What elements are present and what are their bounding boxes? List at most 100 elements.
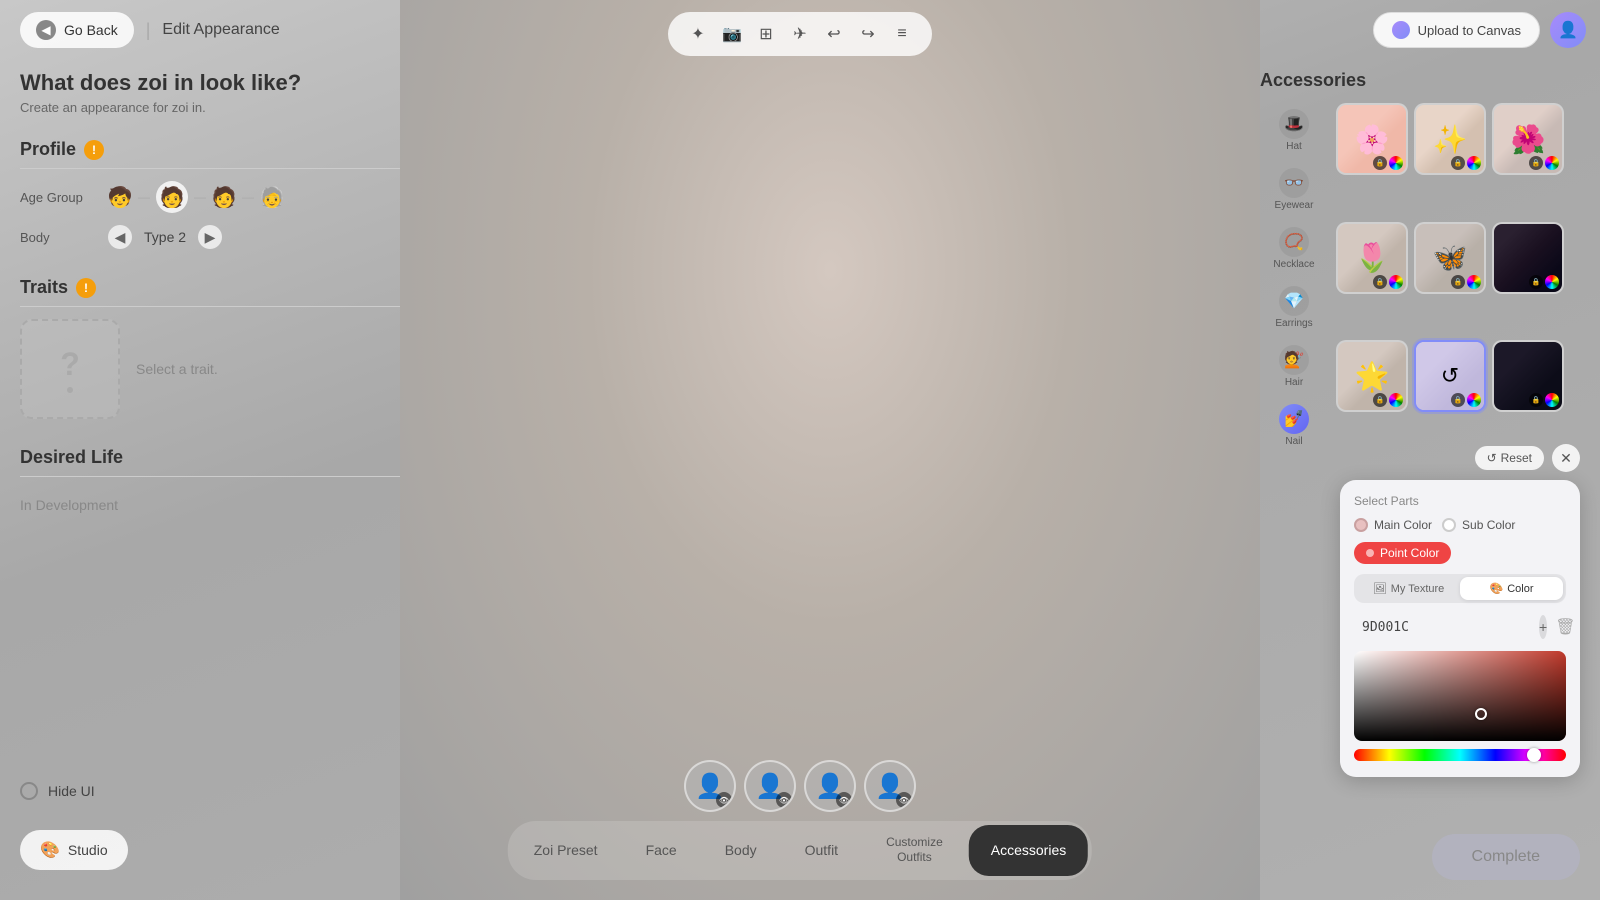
lock-badge-6: 🔒: [1529, 275, 1543, 289]
age-child-icon: 🧒: [108, 181, 132, 213]
hide-ui-label: Hide UI: [48, 783, 95, 799]
toolbar-grid-icon[interactable]: ⊞: [752, 20, 780, 48]
avatar-thumb-1[interactable]: 👤 👁: [684, 760, 736, 812]
point-color-button[interactable]: Point Color: [1354, 542, 1451, 564]
avatar-thumb-2[interactable]: 👤 👁: [744, 760, 796, 812]
necklace-label: Necklace: [1273, 259, 1314, 270]
accessories-list: 🎩 Hat 👓 Eyewear 📿 Necklace 💎 Earrings 💇: [1260, 103, 1328, 453]
tab-zoi-preset[interactable]: Zoi Preset: [512, 825, 620, 876]
hat-label: Hat: [1286, 141, 1302, 152]
tab-face[interactable]: Face: [624, 825, 699, 876]
hair-icon: 💇: [1279, 345, 1309, 375]
avatar-thumb-3[interactable]: 👤 👁: [804, 760, 856, 812]
toolbar-menu-icon[interactable]: ≡: [888, 20, 916, 48]
main-color-label: Main Color: [1374, 518, 1432, 532]
upload-to-canvas-button[interactable]: Upload to Canvas: [1373, 12, 1540, 48]
accessory-nail[interactable]: 💅 Nail: [1260, 398, 1328, 453]
color-delete-button[interactable]: 🗑: [1555, 615, 1575, 639]
rainbow-badge-7: [1389, 393, 1403, 407]
accessory-earrings[interactable]: 💎 Earrings: [1260, 280, 1328, 335]
lock-badge-2: 🔒: [1451, 156, 1465, 170]
accessory-hat[interactable]: 🎩 Hat: [1260, 103, 1328, 158]
desired-life-section: Desired Life In Development: [20, 447, 400, 521]
body-next-arrow[interactable]: ▶: [198, 225, 222, 249]
trait-placeholder[interactable]: ?: [20, 319, 120, 419]
toolbar-redo-icon[interactable]: ↪: [854, 20, 882, 48]
color-input-row: + 🗑: [1354, 613, 1566, 641]
nail-thumb-1[interactable]: 🌸 🔒: [1336, 103, 1408, 175]
thumb-badge-1: 🔒: [1373, 156, 1403, 170]
accessory-hair[interactable]: 💇 Hair: [1260, 339, 1328, 394]
avatar-thumb-4[interactable]: 👤 👁: [864, 760, 916, 812]
sub-color-option[interactable]: Sub Color: [1442, 518, 1515, 532]
age-teen-icon[interactable]: 🧑: [156, 181, 188, 213]
reset-button[interactable]: ↺ Reset: [1475, 446, 1544, 470]
reset-icon: ↺: [1487, 451, 1497, 465]
select-trait-label: Select a trait.: [136, 361, 218, 377]
description-subtitle: Create an appearance for zoi in.: [20, 100, 400, 115]
point-color-label: Point Color: [1380, 546, 1439, 560]
toolbar-move-icon[interactable]: ✈: [786, 20, 814, 48]
age-adult-icon: 🧑: [212, 181, 236, 213]
nail-thumb-2[interactable]: ✨ 🔒: [1414, 103, 1486, 175]
nail-thumb-7[interactable]: 🌟 🔒: [1336, 340, 1408, 412]
character-description: What does zoi in look like? Create an ap…: [20, 70, 400, 115]
hue-cursor: [1527, 748, 1541, 762]
thumb-badge-8: 🔒: [1451, 393, 1481, 407]
color-panel: ↺ Reset ✕ Select Parts Main Color Sub Co…: [1340, 480, 1580, 777]
studio-button[interactable]: 🎨 Studio: [20, 830, 128, 870]
tab-body[interactable]: Body: [703, 825, 779, 876]
nail-thumb-5[interactable]: 🦋 🔒: [1414, 222, 1486, 294]
nail-thumb-4[interactable]: 🌷 🔒: [1336, 222, 1408, 294]
main-color-option[interactable]: Main Color: [1354, 518, 1432, 532]
nail-thumb-3[interactable]: 🌺 🔒: [1492, 103, 1564, 175]
tab-customize-outfits[interactable]: Customize Outfits: [864, 825, 965, 876]
desired-life-value: In Development: [20, 489, 400, 521]
thumb-badge-9: 🔒: [1529, 393, 1559, 407]
go-back-button[interactable]: ◀ Go Back: [20, 12, 134, 48]
body-label: Body: [20, 230, 100, 245]
nail-thumb-6[interactable]: 🔒: [1492, 222, 1564, 294]
rainbow-badge: [1389, 156, 1403, 170]
hue-bar[interactable]: [1354, 749, 1566, 761]
color-add-button[interactable]: +: [1539, 615, 1547, 639]
color-hex-input[interactable]: [1362, 620, 1531, 635]
left-panel: What does zoi in look like? Create an ap…: [20, 70, 400, 521]
rainbow-badge-4: [1389, 275, 1403, 289]
upload-label: Upload to Canvas: [1418, 23, 1521, 38]
body-prev-arrow[interactable]: ◀: [108, 225, 132, 249]
user-avatar-button[interactable]: 👤: [1550, 12, 1586, 48]
tab-accessories[interactable]: Accessories: [969, 825, 1088, 876]
rainbow-badge-9: [1545, 393, 1559, 407]
right-panel: Accessories 🎩 Hat 👓 Eyewear 📿 Necklace 💎: [1260, 70, 1580, 453]
hide-ui-radio[interactable]: [20, 782, 38, 800]
toolbar-camera-icon[interactable]: 📷: [718, 20, 746, 48]
close-panel-button[interactable]: ✕: [1552, 444, 1580, 472]
desired-life-title: Desired Life: [20, 447, 123, 468]
accessories-grid: 🎩 Hat 👓 Eyewear 📿 Necklace 💎 Earrings 💇: [1260, 103, 1580, 453]
toolbar-undo-icon[interactable]: ↩: [820, 20, 848, 48]
my-texture-tab[interactable]: 🖼 My Texture: [1357, 577, 1460, 600]
age-selector[interactable]: 🧒 — 🧑 — 🧑 — 🧓: [108, 181, 284, 213]
nail-thumb-8-selected[interactable]: ↺ 🔒: [1414, 340, 1486, 412]
traits-section: Traits ! ? Select a trait.: [20, 277, 400, 419]
complete-button[interactable]: Complete: [1432, 834, 1580, 880]
lock-badge-8: 🔒: [1451, 393, 1465, 407]
eye-badge-4: 👁: [896, 792, 912, 808]
rainbow-badge-5: [1467, 275, 1481, 289]
accessory-necklace[interactable]: 📿 Necklace: [1260, 221, 1328, 276]
dark-overlay: [1354, 651, 1566, 741]
hide-ui-row[interactable]: Hide UI: [20, 782, 95, 800]
thumb-badge-6: 🔒: [1529, 275, 1559, 289]
color-tab[interactable]: 🎨 Color: [1460, 577, 1563, 600]
accessory-eyewear[interactable]: 👓 Eyewear: [1260, 162, 1328, 217]
point-color-dot: [1366, 549, 1374, 557]
profile-warning-icon: !: [84, 140, 104, 160]
eye-badge-3: 👁: [836, 792, 852, 808]
tab-outfit[interactable]: Outfit: [783, 825, 860, 876]
toolbar-transform-icon[interactable]: ✦: [684, 20, 712, 48]
profile-section: Profile ! Age Group 🧒 — 🧑 — 🧑 — 🧓 Body ◀…: [20, 139, 400, 249]
nail-thumb-9[interactable]: 🔒: [1492, 340, 1564, 412]
color-picker-area[interactable]: [1354, 651, 1566, 741]
body-selector[interactable]: ◀ Type 2 ▶: [108, 225, 222, 249]
